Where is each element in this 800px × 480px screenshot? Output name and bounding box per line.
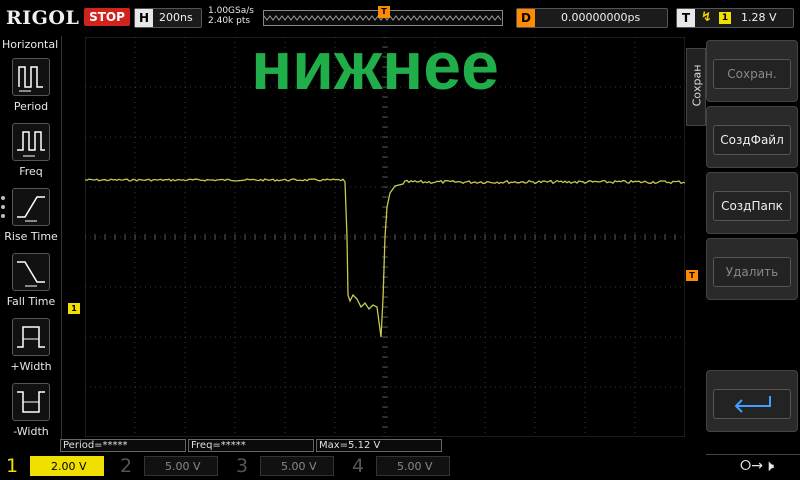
- measurement-frequency: Freq=*****: [188, 439, 314, 452]
- channel-2-status[interactable]: 2 5.00 V: [114, 454, 230, 480]
- softkey-delete-label: Удалить: [713, 257, 791, 287]
- overlay-caption: нижнее: [251, 37, 499, 104]
- measure-period-label: Period: [13, 100, 49, 113]
- horizontal-delay-display[interactable]: D 0.00000000ps: [516, 8, 668, 28]
- measure-negative-width-label: -Width: [13, 425, 49, 438]
- measurement-panel: Horizontal Period Freq Rise Time Fall Ti…: [0, 36, 62, 452]
- period-icon: [12, 58, 50, 96]
- softkey-save-label: Сохран.: [713, 59, 791, 89]
- trigger-level: 1.28 V: [741, 11, 777, 24]
- softkey-save[interactable]: Сохран.: [706, 40, 798, 102]
- measure-positive-width-button[interactable]: +Width: [0, 318, 62, 382]
- channel-3-scale: 5.00 V: [260, 456, 334, 476]
- softkey-new-file-label: СоздФайл: [713, 125, 791, 155]
- delay-value: 0.00000000ps: [561, 11, 641, 24]
- channel-1-marker-label: 1: [71, 304, 77, 313]
- measurement-max: Max=5.12 V: [316, 439, 442, 452]
- return-arrow-icon: [713, 389, 791, 419]
- channel-status-bar: 1 2.00 V 2 5.00 V 3 5.00 V 4 5.00 V ⭘→ 🕨: [0, 454, 800, 480]
- memory-depth: 2.40k pts: [208, 16, 251, 26]
- channel-4-scale: 5.00 V: [376, 456, 450, 476]
- negative-width-icon: [12, 383, 50, 421]
- waveform-graticule: нижнее: [84, 28, 686, 438]
- delay-tag: D: [517, 9, 535, 27]
- fall-time-icon: [12, 253, 50, 291]
- frequency-icon: [12, 123, 50, 161]
- softkey-new-folder[interactable]: СоздПапк: [706, 172, 798, 234]
- acquisition-info: 1.00GSa/s 2.40k pts: [208, 6, 254, 26]
- panel-title: Horizontal: [2, 38, 59, 51]
- softkey-delete[interactable]: Удалить: [706, 238, 798, 300]
- measure-rise-time-label: Rise Time: [4, 230, 58, 243]
- falling-edge-icon: ↯: [701, 10, 712, 25]
- trigger-tag: T: [677, 9, 695, 27]
- brand-logo: RIGOL: [6, 7, 80, 29]
- channel-1-status[interactable]: 1 2.00 V: [0, 454, 116, 480]
- timebase-tag: H: [135, 9, 153, 27]
- channel-2-scale: 5.00 V: [144, 456, 218, 476]
- channel-3-status[interactable]: 3 5.00 V: [230, 454, 346, 480]
- measure-positive-width-label: +Width: [10, 360, 52, 373]
- measure-fall-time-label: Fall Time: [6, 295, 56, 308]
- channel-4-number: 4: [352, 455, 365, 477]
- channel-1-number: 1: [6, 455, 19, 477]
- channel-4-status[interactable]: 4 5.00 V: [346, 454, 462, 480]
- trigger-source: 1: [719, 12, 731, 24]
- channel-1-scale: 2.00 V: [30, 456, 104, 476]
- channel-3-number: 3: [236, 455, 249, 477]
- measure-period-button[interactable]: Period: [0, 58, 62, 122]
- save-softkey-menu: Сохран Сохран. СоздФайл СоздПапк Удалить: [686, 36, 800, 436]
- softkey-back[interactable]: [706, 370, 798, 432]
- trigger-display[interactable]: T ↯ 1 1.28 V: [676, 8, 794, 28]
- softkey-new-folder-label: СоздПапк: [713, 191, 791, 221]
- menu-title: Сохран: [690, 64, 704, 107]
- measure-negative-width-button[interactable]: -Width: [0, 383, 62, 447]
- measure-frequency-button[interactable]: Freq: [0, 123, 62, 187]
- usb-icon: ⭘→: [740, 458, 763, 474]
- sample-rate: 1.00GSa/s: [208, 6, 254, 16]
- measure-frequency-label: Freq: [19, 165, 43, 178]
- measure-fall-time-button[interactable]: Fall Time: [0, 253, 62, 317]
- top-status-bar: RIGOL STOP H 200ns 1.00GSa/s 2.40k pts T…: [0, 0, 800, 36]
- softkey-new-file[interactable]: СоздФайл: [706, 106, 798, 168]
- run-stop-status[interactable]: STOP: [84, 8, 130, 26]
- trigger-position-marker: T: [378, 6, 390, 18]
- measurement-period: Period=*****: [60, 439, 186, 452]
- timebase-display[interactable]: H 200ns: [134, 8, 202, 28]
- rise-time-icon: [12, 188, 50, 226]
- speaker-mute-icon[interactable]: 🕨: [764, 456, 774, 476]
- positive-width-icon: [12, 318, 50, 356]
- channel-2-number: 2: [120, 455, 133, 477]
- timebase-value: 200ns: [159, 11, 193, 24]
- measure-rise-time-button[interactable]: Rise Time: [0, 188, 62, 252]
- channel-1-offset-marker[interactable]: 1: [68, 303, 80, 314]
- menu-title-tab: Сохран: [686, 48, 706, 126]
- waveform-display[interactable]: нижнее: [84, 28, 686, 438]
